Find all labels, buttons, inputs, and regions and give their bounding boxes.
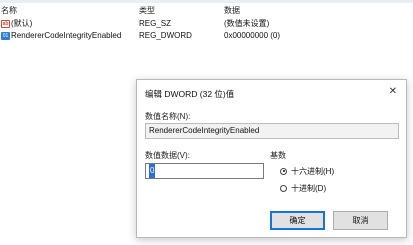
string-value-icon: ab: [1, 19, 10, 28]
column-header-name[interactable]: 名称: [1, 6, 17, 16]
radio-label: 十进制(D): [291, 184, 327, 193]
value-name: (默认): [11, 19, 33, 28]
value-name-field[interactable]: RendererCodeIntegrityEnabled: [145, 123, 399, 139]
registry-row-renderer[interactable]: 01 RendererCodeIntegrityEnabled REG_DWOR…: [0, 30, 413, 41]
registry-row-default[interactable]: ab (默认) REG_SZ (数值未设置): [0, 18, 413, 29]
radio-unselected-icon: [280, 184, 287, 192]
value-type: REG_SZ: [139, 19, 172, 28]
value-name: RendererCodeIntegrityEnabled: [11, 31, 122, 40]
radio-label: 十六进制(H): [291, 167, 335, 176]
close-icon[interactable]: ✕: [389, 86, 397, 97]
top-edge: [0, 0, 413, 3]
column-header-type[interactable]: 类型: [139, 6, 155, 16]
dialog-title: 编辑 DWORD (32 位)值: [145, 89, 235, 99]
column-header-data[interactable]: 数据: [224, 6, 240, 16]
radio-selected-icon: [280, 167, 287, 175]
value-type: REG_DWORD: [139, 31, 192, 40]
ok-button[interactable]: 确定: [270, 211, 325, 230]
value-data: (数值未设置): [224, 19, 270, 28]
value-data: 0x00000000 (0): [224, 31, 281, 40]
dword-value-icon: 01: [1, 31, 10, 40]
edit-dword-dialog: 编辑 DWORD (32 位)值 ✕ 数值名称(N): RendererCode…: [136, 79, 407, 238]
value-data-label: 数值数据(V):: [145, 151, 190, 160]
base-group-label: 基数: [270, 151, 286, 160]
value-data-text: 0: [149, 164, 156, 178]
cancel-button[interactable]: 取消: [333, 211, 388, 230]
value-data-input[interactable]: 0: [145, 163, 264, 179]
value-name-label: 数值名称(N):: [145, 112, 191, 121]
